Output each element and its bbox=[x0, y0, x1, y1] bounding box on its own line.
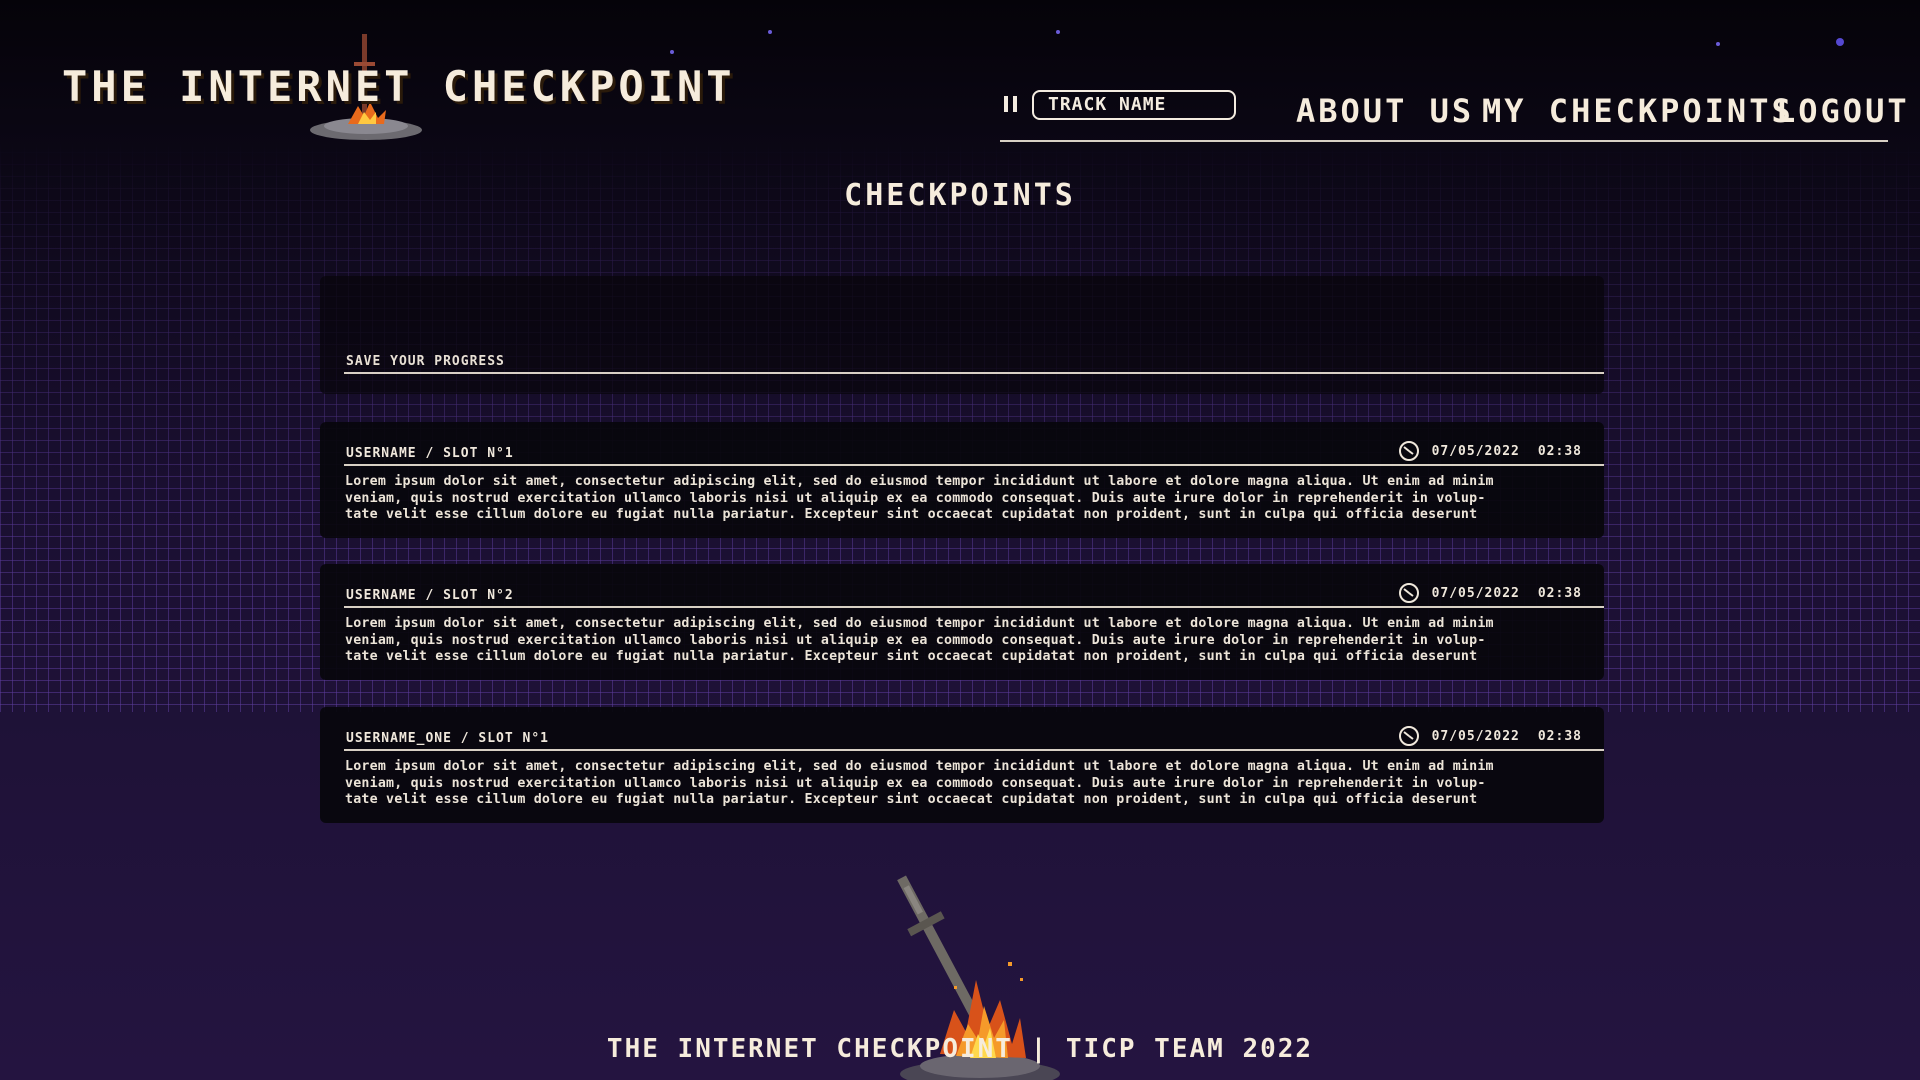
checkpoint-meta: 07/05/2022 02:38 bbox=[1398, 725, 1582, 747]
checkpoint-card[interactable]: USERNAME / SLOT N°2 07/05/2022 02:38 Lor… bbox=[320, 564, 1604, 680]
save-progress-card: SAVE YOUR PROGRESS bbox=[320, 276, 1604, 394]
footer-text: THE INTERNET CHECKPOINT | TICP TEAM 2022 bbox=[606, 1034, 1314, 1064]
checkpoint-meta: 07/05/2022 02:38 bbox=[1398, 582, 1582, 604]
checkpoint-date: 07/05/2022 bbox=[1431, 728, 1520, 744]
checkpoint-header: USERNAME / SLOT N°1 07/05/2022 02:38 bbox=[344, 436, 1604, 466]
checkpoint-header: USERNAME_ONE / SLOT N°1 07/05/2022 02:38 bbox=[344, 721, 1604, 751]
page-title: CHECKPOINTS bbox=[844, 178, 1076, 213]
checkpoint-user-slot: USERNAME / SLOT N°2 bbox=[346, 588, 514, 603]
star-decoration bbox=[670, 50, 674, 54]
checkpoint-time: 02:38 bbox=[1537, 443, 1582, 459]
nav-divider bbox=[1000, 140, 1888, 142]
checkpoint-card[interactable]: USERNAME_ONE / SLOT N°1 07/05/2022 02:38… bbox=[320, 707, 1604, 823]
clock-icon bbox=[1398, 441, 1419, 461]
star-decoration bbox=[1716, 42, 1720, 46]
checkpoint-date: 07/05/2022 bbox=[1431, 585, 1520, 601]
checkpoint-meta: 07/05/2022 02:38 bbox=[1398, 440, 1582, 462]
save-progress-input[interactable]: SAVE YOUR PROGRESS bbox=[344, 342, 1604, 374]
site-logo[interactable]: THE INTERNET CHECKPOINT bbox=[62, 62, 736, 111]
nav-about-us[interactable]: ABOUT US bbox=[1296, 92, 1474, 130]
star-decoration bbox=[768, 30, 772, 34]
nav-logout[interactable]: LOGOUT bbox=[1776, 92, 1910, 130]
save-progress-placeholder: SAVE YOUR PROGRESS bbox=[346, 354, 505, 369]
star-decoration bbox=[1056, 30, 1060, 34]
checkpoint-time: 02:38 bbox=[1537, 585, 1582, 601]
nav-my-checkpoints[interactable]: MY CHECKPOINTS bbox=[1482, 92, 1794, 130]
checkpoint-card[interactable]: USERNAME / SLOT N°1 07/05/2022 02:38 Lor… bbox=[320, 422, 1604, 538]
clock-icon bbox=[1398, 726, 1419, 746]
checkpoint-user-slot: USERNAME / SLOT N°1 bbox=[346, 446, 514, 461]
music-player: TRACK NAME bbox=[1004, 90, 1236, 120]
pause-icon[interactable] bbox=[1004, 96, 1022, 114]
clock-icon bbox=[1398, 583, 1419, 603]
checkpoint-text: Lorem ipsum dolor sit amet, consectetur … bbox=[345, 759, 1494, 807]
checkpoint-date: 07/05/2022 bbox=[1431, 443, 1520, 459]
checkpoint-user-slot: USERNAME_ONE / SLOT N°1 bbox=[346, 731, 550, 746]
checkpoint-time: 02:38 bbox=[1537, 728, 1582, 744]
checkpoint-header: USERNAME / SLOT N°2 07/05/2022 02:38 bbox=[344, 578, 1604, 608]
checkpoint-text: Lorem ipsum dolor sit amet, consectetur … bbox=[345, 616, 1494, 664]
track-name-display[interactable]: TRACK NAME bbox=[1032, 90, 1236, 120]
star-decoration bbox=[1836, 38, 1844, 46]
checkpoint-text: Lorem ipsum dolor sit amet, consectetur … bbox=[345, 474, 1494, 522]
